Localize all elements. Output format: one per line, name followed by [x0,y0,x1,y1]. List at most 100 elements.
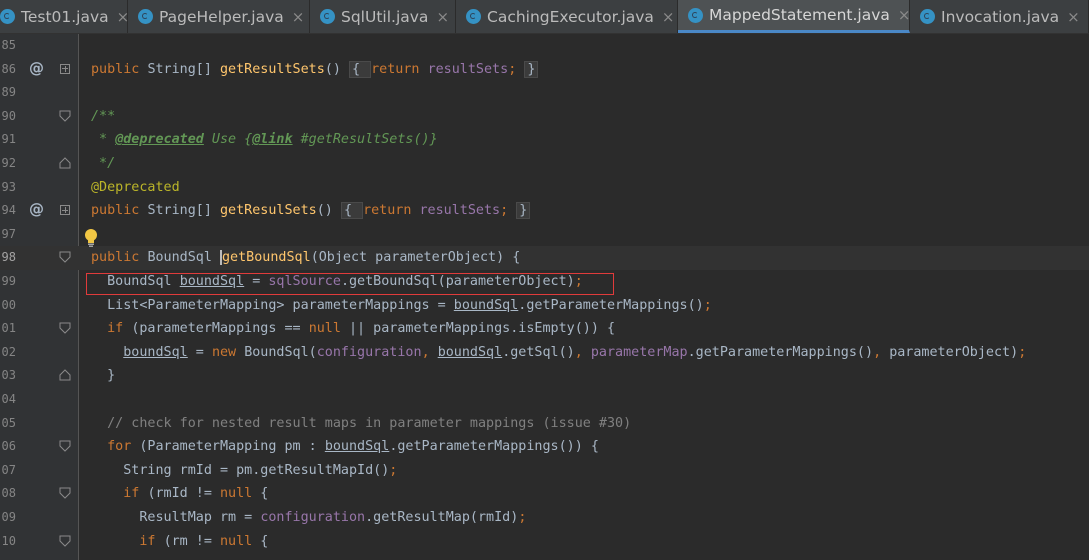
code-token: new [211,344,245,360]
java-class-icon [466,9,481,24]
code-token: (rmId != [147,486,220,502]
fold-collapse-icon[interactable] [59,322,71,334]
code-token: ; [1018,344,1027,360]
code-line[interactable]: 06 for (ParameterMapping pm : boundSql.g… [0,435,1089,459]
code-token: @link [252,132,293,148]
code-line[interactable]: 94 @ public String[] getResulSets() { retu… [0,199,1089,223]
code-line[interactable]: 09 ResultMap rm = configuration.getResul… [0,506,1089,530]
code-line[interactable]: 08 if (rmId != null { [0,482,1089,506]
code-line[interactable]: 99 BoundSql boundSql = sqlSource.getBoun… [0,270,1089,294]
code-token: getResultSets [220,61,325,77]
close-tab-icon[interactable]: × [292,8,305,26]
line-number: 05 [1,415,16,430]
code-token: if [91,486,148,502]
code-text: String rmId = pm.getResultMapId(); [91,461,397,481]
tab-label: CachingExecutor.java [487,7,654,26]
close-tab-icon[interactable]: × [898,6,911,24]
tab-invocation-java[interactable]: Invocation.java × [910,0,1089,33]
fold-end-icon[interactable] [59,369,71,381]
code-line[interactable]: 85 [0,34,1089,58]
code-line[interactable]: 05 // check for nested result maps in pa… [0,412,1089,436]
code-line[interactable]: 92 */ [0,152,1089,176]
fold-end-icon[interactable] [59,157,71,169]
code-token: ; [703,297,712,313]
code-token: if [91,321,132,337]
code-line[interactable]: 04 [0,388,1089,412]
code-line[interactable]: 91 * @deprecated Use {@link #getResultSe… [0,128,1089,152]
tab-mappedstatement-java[interactable]: MappedStatement.java × [678,0,910,33]
code-token: { [252,533,269,549]
code-line[interactable]: 01 if (parameterMappings == null || para… [0,317,1089,341]
code-text: if (rm != null { [91,532,268,552]
fold-collapse-icon[interactable] [59,535,71,547]
tab-sqlutil-java[interactable]: SqlUtil.java × [310,0,456,33]
code-token: return [363,203,420,219]
code-token: String[] [147,203,220,219]
code-token: (parameterMappings == [131,321,309,337]
code-text: List<ParameterMapping> parameterMappings… [91,296,712,316]
code-token: @deprecated [115,132,204,148]
code-line[interactable]: 02 boundSql = new BoundSql(configuration… [0,341,1089,365]
tab-label: PageHelper.java [159,7,284,26]
java-class-icon [920,9,935,24]
code-line[interactable]: 00 List<ParameterMapping> parameterMappi… [0,294,1089,318]
code-token: , [873,344,890,360]
code-line[interactable]: 03 } [0,364,1089,388]
line-number: 85 [1,38,16,52]
code-line[interactable]: 89 [0,81,1089,105]
code-token: List<ParameterMapping> parameterMappings… [91,297,454,313]
override-marker-icon[interactable]: @ [29,59,44,77]
code-token: public [91,61,148,77]
code-token: = [244,274,269,289]
fold-expand-icon[interactable] [60,63,70,74]
tab-pagehelper-java[interactable]: PageHelper.java × [128,0,310,33]
code-line[interactable]: 90 /** [0,105,1089,129]
line-number: 04 [1,392,16,406]
code-token: () [316,203,341,219]
code-token: if [91,533,164,549]
code-token: , [574,344,591,360]
close-tab-icon[interactable]: × [436,8,449,26]
close-tab-icon[interactable]: × [662,8,675,26]
code-token: @Deprecated [91,179,180,195]
code-token: .getParameterMappings() [687,344,874,360]
code-text: * @deprecated Use {@link #getResultSets(… [91,130,438,150]
code-token: * [91,132,116,148]
tab-label: MappedStatement.java [709,6,890,24]
code-text: if (parameterMappings == null || paramet… [91,319,615,339]
code-line[interactable]: 98 public BoundSql getBoundSql(Object par… [0,246,1089,270]
line-number: 01 [1,321,16,336]
fold-collapse-icon[interactable] [59,487,71,500]
code-line[interactable]: 97 [0,223,1089,247]
code-line[interactable]: 07 String rmId = pm.getResultMapId(); [0,459,1089,483]
line-number: 92 [1,156,16,170]
code-token: } [524,60,539,78]
java-class-icon [688,7,703,23]
code-token: ; [500,203,517,219]
code-token: configuration [260,510,366,525]
code-token: */ [91,156,116,171]
override-marker-icon[interactable]: @ [29,200,44,218]
code-line[interactable]: 93 @Deprecated [0,176,1089,200]
tab-cachingexecutor-java[interactable]: CachingExecutor.java × [456,0,678,33]
line-number: 07 [1,462,16,477]
code-token: // check for nested result maps in param… [91,415,632,431]
code-line[interactable]: 86 @ public String[] getResultSets() { ret… [0,58,1089,82]
java-class-icon [0,9,15,24]
code-token: (rm != [163,533,220,549]
fold-collapse-icon[interactable] [59,251,71,264]
java-class-icon [138,9,153,24]
editor-tab-bar: Test01.java × PageHelper.java × SqlUtil.java… [0,0,1089,34]
tab-test01-java[interactable]: Test01.java × [0,0,129,33]
code-token: .getParameterMappings()) { [389,439,599,455]
fold-expand-icon[interactable] [60,205,70,216]
fold-collapse-icon[interactable] [59,110,71,122]
lightbulb-intention-icon[interactable] [84,228,98,248]
close-tab-icon[interactable]: × [1067,8,1080,26]
code-token: public [91,250,148,266]
line-number: 90 [1,108,16,123]
fold-collapse-icon[interactable] [59,440,71,452]
code-line[interactable]: 10 if (rm != null { [0,530,1089,554]
code-token: BoundSql( [244,344,317,360]
code-token: = [187,344,212,360]
